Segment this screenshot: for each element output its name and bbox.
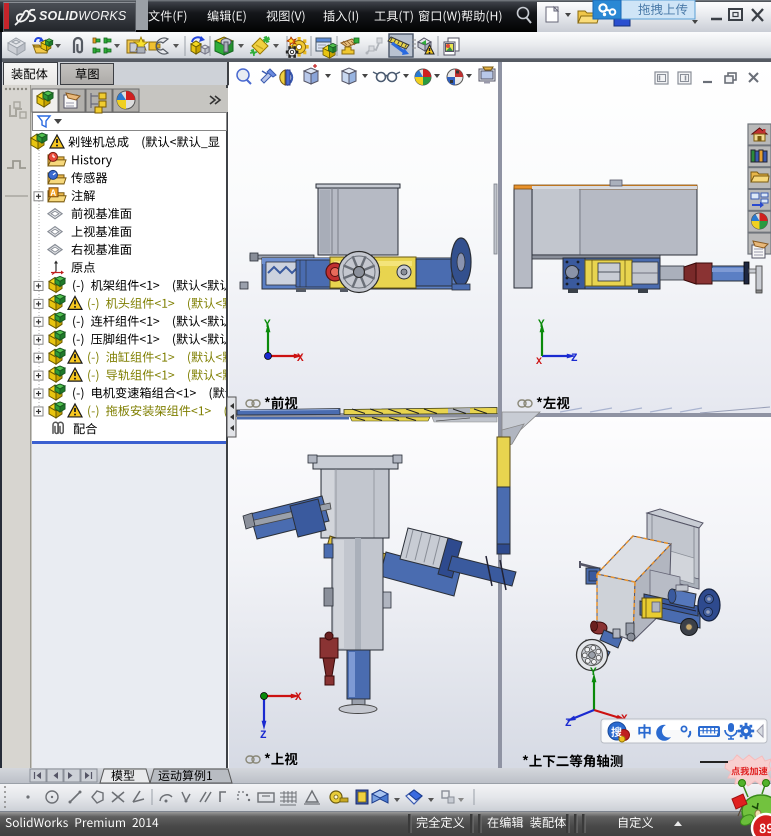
- svg-text:Z: Z: [571, 353, 578, 365]
- svg-text:Y: Y: [264, 319, 271, 331]
- svg-text:X: X: [536, 357, 542, 368]
- svg-text:X: X: [295, 692, 302, 704]
- svg-text:Y: Y: [590, 667, 597, 679]
- svg-text:Z: Z: [260, 730, 267, 742]
- svg-text:X: X: [297, 353, 304, 365]
- svg-text:Z: Z: [565, 718, 572, 730]
- svg-text:Y: Y: [538, 319, 545, 331]
